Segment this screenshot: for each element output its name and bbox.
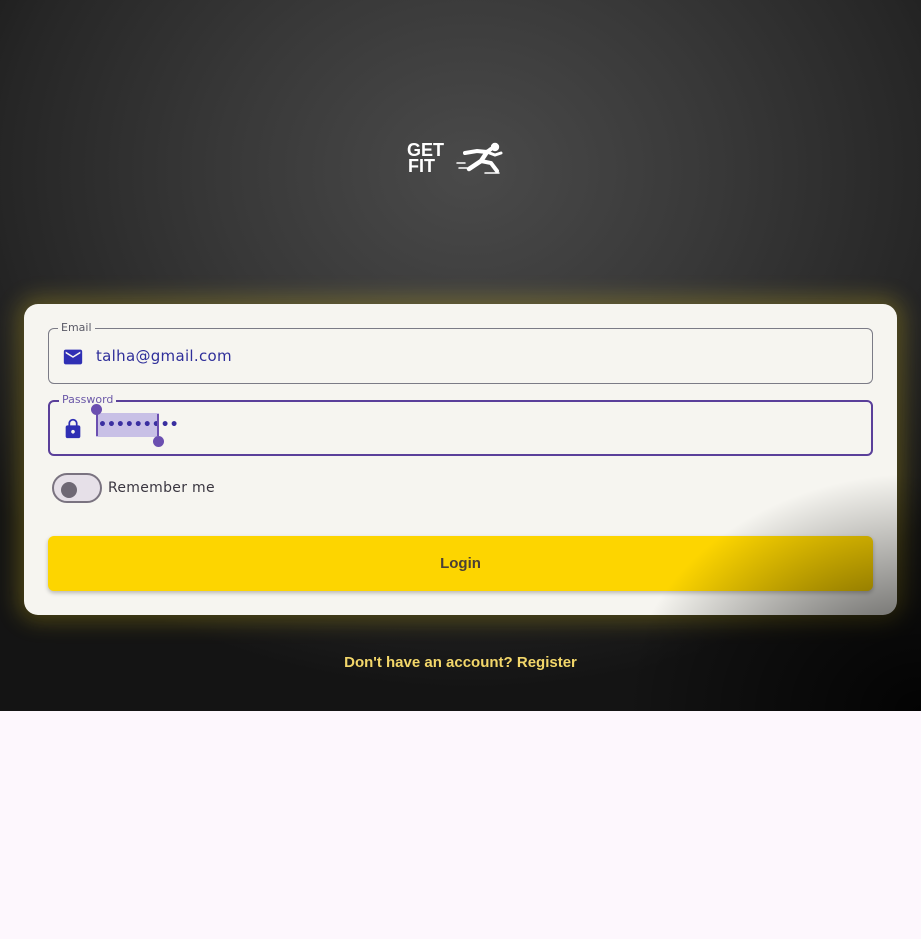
selection-start-handle[interactable] (91, 404, 102, 415)
password-field[interactable]: Password ••••••••• (48, 393, 873, 456)
selection-start-caret (96, 414, 98, 436)
lock-icon (62, 418, 84, 440)
email-field[interactable]: Email talha@gmail.com (48, 321, 873, 384)
login-card: Email talha@gmail.com Password ••••••••• (24, 304, 897, 615)
password-input[interactable]: ••••••••• (98, 414, 179, 436)
logo-line-2: FIT (408, 156, 435, 176)
remember-me-toggle[interactable] (52, 473, 102, 503)
hero-background: GET FIT Email talha@gmail.com Password •… (0, 0, 921, 711)
email-input[interactable]: talha@gmail.com (96, 346, 232, 366)
register-link[interactable]: Don't have an account? Register (0, 652, 921, 674)
runner-icon (456, 142, 503, 174)
toggle-knob (61, 482, 77, 498)
remember-me-label: Remember me (108, 480, 215, 496)
selection-end-caret (157, 414, 159, 436)
email-label: Email (58, 321, 95, 335)
password-label: Password (59, 393, 117, 407)
remember-me-row: Remember me (52, 472, 215, 504)
mail-icon (62, 346, 84, 368)
selection-end-handle[interactable] (153, 436, 164, 447)
get-fit-logo: GET FIT (407, 139, 505, 177)
login-button[interactable]: Login (48, 536, 873, 591)
